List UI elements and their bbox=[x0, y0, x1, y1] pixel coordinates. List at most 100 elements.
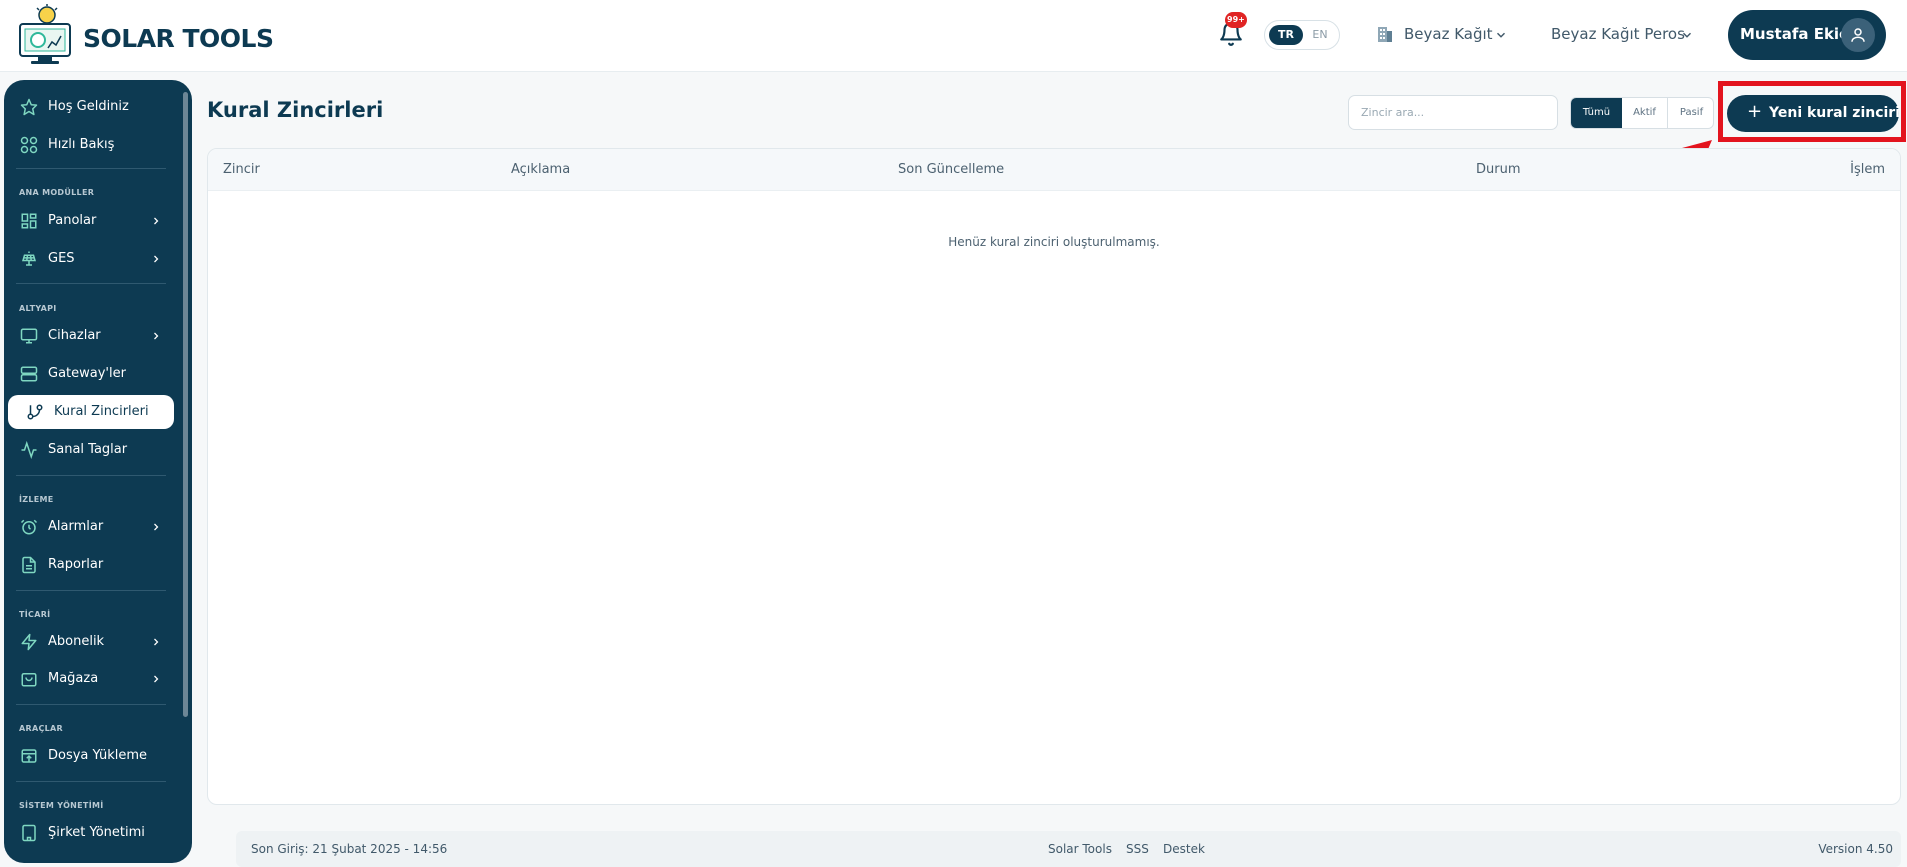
language-toggle[interactable]: TR EN bbox=[1264, 20, 1340, 50]
sidebar-item-panolar[interactable]: Panolar bbox=[8, 204, 174, 238]
sidebar-divider bbox=[16, 704, 166, 705]
table-header: Zincir Açıklama Son Güncelleme Durum İşl… bbox=[208, 149, 1900, 191]
sidebar-item-kural-zincirleri[interactable]: Kural Zincirleri bbox=[8, 395, 174, 429]
user-menu-button[interactable]: Mustafa Ekici bbox=[1728, 10, 1886, 60]
footer-link-sss[interactable]: SSS bbox=[1126, 842, 1149, 856]
sidebar-item-magaza[interactable]: Mağaza bbox=[8, 662, 174, 696]
plant-name: Beyaz Kağıt Peros bbox=[1551, 25, 1685, 43]
last-login-text: Son Giriş: 21 Şubat 2025 - 14:56 bbox=[251, 842, 448, 856]
sidebar-divider bbox=[16, 590, 166, 591]
user-name: Mustafa Ekici bbox=[1740, 25, 1854, 43]
column-header-son-guncelleme[interactable]: Son Güncelleme bbox=[898, 162, 1004, 177]
dashboard-icon bbox=[21, 213, 37, 229]
sidebar-item-label: Dosya Yükleme bbox=[48, 748, 148, 763]
git-branch-icon bbox=[27, 404, 43, 420]
sidebar-item-label: Panolar bbox=[48, 213, 97, 228]
plus-icon: + bbox=[1747, 101, 1763, 122]
sidebar-item-cihazlar[interactable]: Cihazlar bbox=[8, 319, 174, 353]
section-ticari: TİCARİ bbox=[19, 610, 51, 619]
section-sistem-yonetimi: SİSTEM YÖNETİMİ bbox=[19, 801, 104, 810]
zap-icon bbox=[21, 633, 37, 651]
sidebar-item-label: Abonelik bbox=[48, 634, 105, 649]
sidebar-item-label: Raporlar bbox=[48, 557, 104, 572]
sidebar-item-label: Hızlı Bakış bbox=[48, 137, 115, 152]
activity-icon bbox=[21, 441, 37, 459]
empty-state-message: Henüz kural zinciri oluşturulmamış. bbox=[948, 235, 1160, 249]
server-icon bbox=[20, 366, 38, 382]
filter-aktif[interactable]: Aktif bbox=[1622, 98, 1668, 128]
company-name: Beyaz Kağıt bbox=[1404, 25, 1493, 43]
upload-icon bbox=[21, 749, 37, 763]
section-ana-moduller: ANA MODÜLLER bbox=[19, 188, 95, 197]
column-header-aciklama[interactable]: Açıklama bbox=[511, 162, 570, 177]
sidebar-scrollbar[interactable] bbox=[183, 92, 188, 717]
sidebar-divider bbox=[16, 283, 166, 284]
monitor-icon bbox=[20, 328, 38, 344]
chevron-right-icon bbox=[154, 638, 159, 646]
star-icon bbox=[20, 98, 38, 116]
sidebar-item-label: Şirket Yönetimi bbox=[48, 825, 145, 840]
column-header-zincir[interactable]: Zincir bbox=[223, 162, 260, 177]
filter-pasif[interactable]: Pasif bbox=[1668, 98, 1713, 128]
footer-link-solar-tools[interactable]: Solar Tools bbox=[1048, 842, 1112, 856]
status-filter[interactable]: Tümü Aktif Pasif bbox=[1570, 97, 1714, 129]
chevron-right-icon bbox=[154, 675, 159, 683]
sidebar-item-abonelik[interactable]: Abonelik bbox=[8, 625, 174, 659]
sidebar: Hoş Geldiniz Hızlı Bakış ANA MODÜLLER Pa… bbox=[4, 80, 192, 863]
solar-panel-icon bbox=[22, 251, 36, 266]
sidebar-item-raporlar[interactable]: Raporlar bbox=[8, 548, 174, 582]
sidebar-item-gateways[interactable]: Gateway'ler bbox=[8, 357, 174, 391]
sidebar-item-label: Gateway'ler bbox=[48, 366, 126, 381]
building-icon bbox=[22, 824, 36, 842]
search-input[interactable] bbox=[1348, 95, 1558, 130]
new-rule-chain-button[interactable]: + Yeni kural zinciri bbox=[1727, 95, 1901, 132]
version-text: Version 4.50 bbox=[1818, 842, 1893, 856]
language-en[interactable]: EN bbox=[1303, 25, 1337, 45]
alarm-clock-icon bbox=[20, 519, 38, 535]
rule-chain-table: Zincir Açıklama Son Güncelleme Durum İşl… bbox=[207, 148, 1901, 805]
sidebar-item-label: Kural Zincirleri bbox=[54, 404, 149, 419]
filter-tumu[interactable]: Tümü bbox=[1571, 98, 1622, 128]
column-header-durum[interactable]: Durum bbox=[1476, 162, 1521, 177]
notification-badge: 99+ bbox=[1225, 12, 1247, 28]
sidebar-item-ges[interactable]: GES bbox=[8, 242, 174, 276]
chevron-right-icon bbox=[154, 217, 159, 225]
footer-link-destek[interactable]: Destek bbox=[1163, 842, 1205, 856]
company-selector[interactable]: Beyaz Kağıt bbox=[1376, 24, 1508, 46]
sidebar-item-hizli-bakis[interactable]: Hızlı Bakış bbox=[8, 128, 174, 162]
sidebar-item-hos-geldiniz[interactable]: Hoş Geldiniz bbox=[8, 90, 174, 124]
sidebar-item-alarmlar[interactable]: Alarmlar bbox=[8, 510, 174, 544]
grid-icon bbox=[20, 136, 38, 154]
sidebar-divider bbox=[16, 781, 166, 782]
brand-name: SOLAR TOOLS bbox=[83, 24, 274, 53]
plant-selector[interactable]: Beyaz Kağıt Peros bbox=[1551, 25, 1695, 47]
file-text-icon bbox=[22, 556, 36, 574]
sidebar-item-sanal-taglar[interactable]: Sanal Taglar bbox=[8, 433, 174, 467]
section-araclar: ARAÇLAR bbox=[19, 724, 63, 733]
chevron-down-icon bbox=[1682, 32, 1692, 38]
column-header-islem: İşlem bbox=[1850, 162, 1885, 177]
sidebar-item-sirket-yonetimi[interactable]: Şirket Yönetimi bbox=[8, 816, 174, 850]
sidebar-item-dosya-yukleme[interactable]: Dosya Yükleme bbox=[8, 739, 174, 773]
shopping-bag-icon bbox=[21, 673, 37, 687]
sidebar-item-label: Mağaza bbox=[48, 671, 99, 686]
new-rule-chain-label: Yeni kural zinciri bbox=[1769, 105, 1901, 121]
footer: Son Giriş: 21 Şubat 2025 - 14:56 Solar T… bbox=[236, 831, 1901, 867]
sidebar-item-label: Alarmlar bbox=[48, 519, 104, 534]
chevron-right-icon bbox=[154, 332, 159, 340]
building-icon bbox=[1378, 27, 1392, 42]
user-icon bbox=[1851, 28, 1865, 42]
chevron-right-icon bbox=[154, 255, 159, 263]
page-title: Kural Zincirleri bbox=[207, 98, 384, 122]
language-tr[interactable]: TR bbox=[1269, 25, 1303, 45]
avatar bbox=[1841, 18, 1875, 52]
sidebar-item-label: Cihazlar bbox=[48, 328, 101, 343]
chevron-right-icon bbox=[154, 523, 159, 531]
section-izleme: İZLEME bbox=[19, 495, 54, 504]
top-bar: SOLAR TOOLS 99+ TR EN Beyaz Kağıt Beyaz … bbox=[0, 0, 1907, 72]
sidebar-divider bbox=[16, 168, 166, 169]
solar-tools-logo-icon[interactable] bbox=[16, 4, 78, 68]
sidebar-item-label: GES bbox=[48, 251, 75, 266]
sidebar-item-label: Hoş Geldiniz bbox=[48, 99, 129, 114]
chevron-down-icon bbox=[1496, 32, 1506, 38]
